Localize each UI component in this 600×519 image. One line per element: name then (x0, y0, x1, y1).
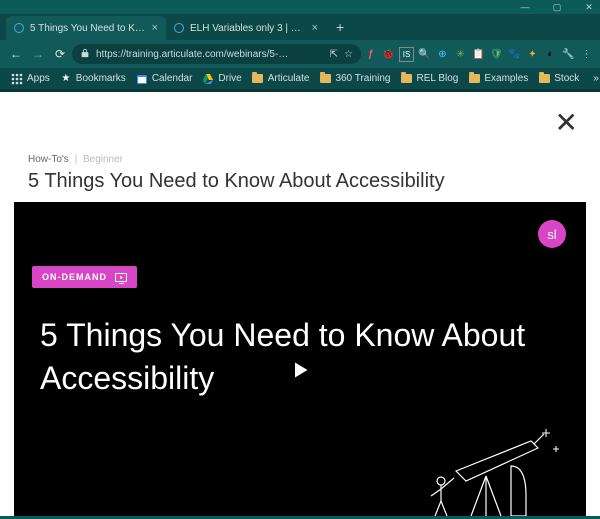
nav-back-button[interactable]: ← (6, 44, 26, 64)
share-icon[interactable]: ⇱ (330, 49, 338, 60)
ext-icon[interactable]: 🔧 (561, 47, 576, 62)
folder-icon (319, 73, 331, 85)
apps-icon (11, 73, 23, 85)
bookmark-folder[interactable]: Articulate (249, 73, 313, 85)
nav-forward-button[interactable]: → (28, 44, 48, 64)
bookmark-star-icon[interactable]: ☆ (344, 49, 353, 60)
badge-label: ON-DEMAND (42, 272, 107, 282)
bookmark-label: Stock (554, 73, 579, 84)
breadcrumb-item[interactable]: Beginner (83, 154, 123, 165)
play-button[interactable] (290, 360, 310, 385)
bookmark-folder[interactable]: Examples (465, 73, 531, 85)
ext-icon[interactable]: 🐾 (507, 47, 522, 62)
nav-reload-button[interactable]: ⟳ (50, 44, 70, 64)
page-content: ✕ How-To's | Beginner 5 Things You Need … (0, 92, 600, 516)
new-tab-button[interactable]: + (326, 19, 354, 35)
ext-icon[interactable]: 🐞 (381, 47, 396, 62)
on-demand-badge: ON-DEMAND (32, 266, 137, 288)
bookmark-apps[interactable]: Apps (8, 73, 53, 85)
browser-menu-icon[interactable]: ⋮ (579, 47, 594, 62)
breadcrumb-item[interactable]: How-To's (28, 154, 69, 165)
ext-icon[interactable]: 🔍 (417, 47, 432, 62)
bookmark-label: Apps (27, 73, 50, 84)
video-player[interactable]: sl ON-DEMAND 5 Things You Need to Know A… (14, 202, 586, 516)
extensions-row: ƒ 🐞 IS 🔍 ⊕ ✳ 📋 🛡 🐾 ✦ ◐ 🔧 ⋮ (363, 47, 594, 62)
calendar-icon (136, 73, 148, 85)
ext-icon[interactable]: IS (399, 47, 414, 62)
folder-icon (400, 73, 412, 85)
bookmark-label: REL Blog (416, 73, 458, 84)
tab-close-icon[interactable]: × (152, 22, 158, 34)
browser-toolbar: ← → ⟳ https://training.articulate.com/we… (0, 40, 600, 68)
tab-close-icon[interactable]: × (312, 22, 318, 34)
browser-tab[interactable]: ELH Variables only 3 | Review 360 × (166, 16, 326, 40)
bookmark-calendar[interactable]: Calendar (133, 73, 196, 85)
telescope-illustration (416, 426, 566, 516)
lock-icon (80, 48, 90, 61)
bookmark-bookmarks[interactable]: ★ Bookmarks (57, 73, 129, 85)
bookmarks-bar: Apps ★ Bookmarks Calendar Drive Articula… (0, 68, 600, 92)
breadcrumb: How-To's | Beginner (28, 154, 123, 165)
folder-icon (252, 73, 264, 85)
ext-icon[interactable]: ƒ (363, 47, 378, 62)
url-text: https://training.articulate.com/webinars… (96, 49, 324, 60)
folder-icon (468, 73, 480, 85)
bookmark-drive[interactable]: Drive (199, 73, 244, 85)
bookmark-folder[interactable]: 360 Training (316, 73, 393, 85)
bookmark-folder[interactable]: Stock (535, 73, 582, 85)
bookmark-label: Examples (484, 73, 528, 84)
bookmark-label: Bookmarks (76, 73, 126, 84)
video-title: 5 Things You Need to Know About Accessib… (40, 314, 560, 400)
ext-icon[interactable]: ◐ (543, 47, 558, 62)
favicon-icon (174, 23, 184, 33)
os-title-bar: — ▢ ✕ (0, 0, 600, 14)
bookmark-folder[interactable]: REL Blog (397, 73, 461, 85)
folder-icon (538, 73, 550, 85)
browser-tab-active[interactable]: 5 Things You Need to Know Abo… × (6, 16, 166, 40)
os-maximize[interactable]: ▢ (550, 0, 564, 14)
browser-tab-strip: 5 Things You Need to Know Abo… × ELH Var… (0, 14, 600, 40)
ext-icon[interactable]: ✦ (525, 47, 540, 62)
ext-icon[interactable]: ⊕ (435, 47, 450, 62)
star-icon: ★ (60, 73, 72, 85)
address-bar[interactable]: https://training.articulate.com/webinars… (72, 44, 361, 64)
favicon-icon (14, 23, 24, 33)
bookmark-label: Articulate (268, 73, 310, 84)
ext-icon[interactable]: 🛡 (489, 47, 504, 62)
tab-title: ELH Variables only 3 | Review 360 (190, 23, 306, 34)
page-title: 5 Things You Need to Know About Accessib… (28, 170, 445, 193)
sl-badge: sl (538, 220, 566, 248)
bookmark-label: 360 Training (335, 73, 390, 84)
screen-icon (115, 273, 127, 282)
os-minimize[interactable]: — (518, 0, 532, 14)
drive-icon (202, 73, 214, 85)
tab-title: 5 Things You Need to Know Abo… (30, 23, 146, 34)
bookmark-label: Calendar (152, 73, 193, 84)
bookmark-label: Drive (218, 73, 241, 84)
bookmark-overflow[interactable]: » (590, 73, 600, 84)
ext-icon[interactable]: 📋 (471, 47, 486, 62)
modal-close-button[interactable]: ✕ (555, 106, 578, 139)
os-close[interactable]: ✕ (582, 0, 596, 14)
ext-icon[interactable]: ✳ (453, 47, 468, 62)
